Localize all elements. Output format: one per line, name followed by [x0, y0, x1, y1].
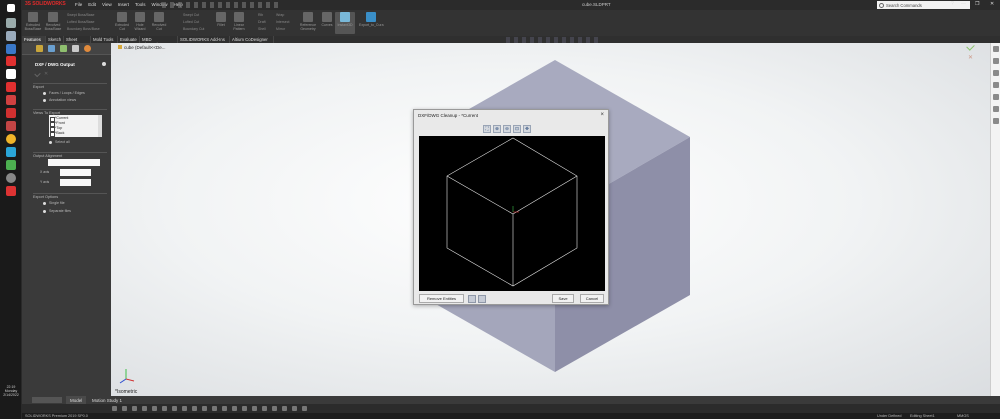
tab-motion-study-1[interactable]: Motion Study 1: [88, 396, 126, 404]
remove-entities-button[interactable]: Remove Entities: [419, 294, 464, 303]
tool-icon-11[interactable]: [212, 406, 217, 411]
design-library-icon[interactable]: [993, 58, 999, 64]
tool-icon-17[interactable]: [272, 406, 277, 411]
zoom-to-fit-icon[interactable]: ⛶: [483, 125, 491, 133]
file-explorer-icon[interactable]: [993, 70, 999, 76]
bottom-tabs-bar: Model Motion Study 1: [22, 396, 1000, 404]
part-icon: [118, 45, 122, 49]
cleanup-preview-canvas[interactable]: [419, 136, 605, 291]
preview-edge-top-right: [512, 175, 578, 215]
appearances-icon[interactable]: [993, 94, 999, 100]
status-product: SOLIDWORKS Premium 2019 SP0.0: [25, 413, 88, 418]
task-pane: [990, 43, 1000, 396]
preview-wireframe: [446, 137, 578, 287]
tab-model[interactable]: Model: [66, 396, 87, 404]
tool-icon-12[interactable]: [222, 406, 227, 411]
tool-icon-2[interactable]: [122, 406, 127, 411]
feature-tree-breadcrumb[interactable]: cube (Default<<De...: [118, 45, 166, 50]
zoom-out-icon[interactable]: ⊖: [503, 125, 511, 133]
status-editing: Editing Sheet1: [910, 413, 935, 418]
tool-icon-9[interactable]: [192, 406, 197, 411]
tool-icon-3[interactable]: [132, 406, 137, 411]
tool-icon-14[interactable]: [242, 406, 247, 411]
view-palette-icon[interactable]: [993, 82, 999, 88]
dxf-cleanup-dialog: DXF/DWG Cleanup - *Current × ⛶ ⊕ ⊖ ⊡ ✥ R…: [413, 109, 609, 305]
triad-icon: [118, 367, 136, 385]
bottom-toolbar: [22, 404, 1000, 413]
tool-icon-15[interactable]: [252, 406, 257, 411]
tool-icon-13[interactable]: [232, 406, 237, 411]
tool-icon-18[interactable]: [282, 406, 287, 411]
pan-icon[interactable]: ✥: [523, 125, 531, 133]
tool-icon-5[interactable]: [152, 406, 157, 411]
status-units[interactable]: MMGS: [957, 414, 969, 418]
dialog-view-toolbar: ⛶ ⊕ ⊖ ⊡ ✥: [483, 125, 531, 133]
tool-icon-1[interactable]: [112, 406, 117, 411]
forum-icon[interactable]: [993, 118, 999, 124]
confirmation-cancel-icon[interactable]: ✕: [968, 54, 973, 61]
cancel-button[interactable]: Cancel: [580, 294, 604, 303]
dialog-title: DXF/DWG Cleanup - *Current: [418, 113, 479, 118]
preview-edge-top-left: [446, 175, 514, 215]
undo-icon[interactable]: [468, 295, 476, 303]
solidworks-resources-icon[interactable]: [993, 46, 999, 52]
tool-icon-16[interactable]: [262, 406, 267, 411]
tool-icon-7[interactable]: [172, 406, 177, 411]
tab-navigation-arrows[interactable]: [32, 397, 62, 403]
dialog-close-icon[interactable]: ×: [600, 112, 604, 118]
tool-icon-10[interactable]: [202, 406, 207, 411]
tool-icon-8[interactable]: [182, 406, 187, 411]
heads-up-view-toolbar[interactable]: [506, 37, 601, 43]
save-button[interactable]: Save: [552, 294, 574, 303]
zoom-area-icon[interactable]: ⊡: [513, 125, 521, 133]
tool-icon-6[interactable]: [162, 406, 167, 411]
status-definition: Under Defined: [877, 413, 902, 418]
tool-icon-20[interactable]: [302, 406, 307, 411]
tool-icon-4[interactable]: [142, 406, 147, 411]
view-orientation-label: *Isometric: [115, 389, 138, 395]
tool-icon-19[interactable]: [292, 406, 297, 411]
zoom-in-icon[interactable]: ⊕: [493, 125, 501, 133]
redo-icon[interactable]: [478, 295, 486, 303]
preview-outline: [446, 137, 578, 287]
status-bar: SOLIDWORKS Premium 2019 SP0.0 Under Defi…: [22, 413, 1000, 419]
custom-properties-icon[interactable]: [993, 106, 999, 112]
